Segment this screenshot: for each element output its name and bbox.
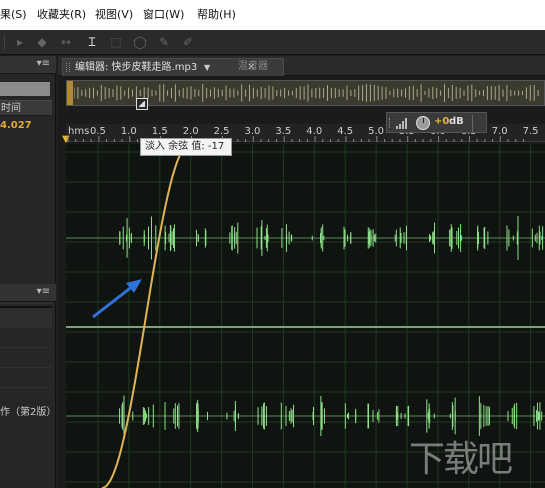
hud-divider [472, 115, 473, 132]
tab-grip-icon [66, 63, 70, 72]
search-field[interactable] [0, 82, 50, 96]
menu-effects[interactable]: 果(S) [0, 0, 27, 30]
menu-favorites[interactable]: 收藏夹(R) [37, 0, 86, 30]
files-panel: ▾≡ 时间 4.027 ▶ ▾≡ 作（第2版） [0, 56, 56, 488]
list-item-label: 作（第2版） [0, 407, 57, 418]
list-item[interactable] [0, 328, 52, 348]
fade-handle-icon [139, 101, 145, 107]
level-meter-icon [396, 118, 407, 129]
toolbar-separator [4, 35, 5, 50]
marquee-tool-icon[interactable]: ⬚ [108, 34, 124, 50]
duration-value: 4.027 [0, 120, 32, 131]
overview-zoom-handle[interactable] [67, 81, 73, 105]
volume-unit: dB [449, 116, 464, 127]
files-panel-header: ▾≡ [0, 56, 56, 74]
tab-mixer[interactable]: 混音器 [232, 58, 280, 76]
hud-grip-icon[interactable] [389, 118, 391, 128]
menu-view[interactable]: 视图(V) [95, 0, 133, 30]
toolbar: ▸ ◆ ↔ Ɪ ⬚ ◯ ✎ ✐ [0, 30, 545, 55]
menu-bar: 果(S) 收藏夹(R) 视图(V) 窗口(W) 帮助(H) [0, 0, 545, 30]
watermark-logo: 下载吧 [409, 439, 513, 480]
list-item[interactable] [0, 348, 52, 368]
fade-in-handle[interactable] [136, 98, 148, 110]
panel-menu-icon[interactable]: ▾≡ [37, 58, 50, 69]
volume-hud[interactable]: +0 dB [386, 112, 487, 133]
fade-tooltip: 淡入 余弦 值: -17 [140, 138, 232, 156]
chevron-down-icon[interactable]: ▼ [204, 59, 210, 76]
move-tool-icon[interactable]: ▸ [12, 34, 28, 50]
time-selection-tool-icon[interactable]: Ɪ [84, 34, 100, 50]
tab-editor-label: 编辑器: 快步皮鞋走路.mp3 [75, 62, 198, 73]
list-item[interactable] [0, 308, 52, 328]
list-item[interactable] [0, 368, 52, 388]
menu-window[interactable]: 窗口(W) [143, 0, 184, 30]
razor-tool-icon[interactable]: ◆ [34, 34, 50, 50]
panel-menu-icon[interactable]: ▾≡ [37, 286, 50, 297]
menu-help[interactable]: 帮助(H) [197, 0, 236, 30]
slip-tool-icon[interactable]: ↔ [58, 34, 74, 50]
spot-healing-tool-icon[interactable]: ✐ [180, 34, 196, 50]
editor-tab-bar: 编辑器: 快步皮鞋走路.mp3 ▼ ✕ 混音器 [58, 56, 545, 76]
volume-value[interactable]: +0 [434, 116, 449, 127]
lasso-tool-icon[interactable]: ◯ [132, 34, 148, 50]
effects-panel-header: ▾≡ [0, 284, 56, 302]
volume-knob-icon[interactable] [416, 116, 430, 130]
fade-in-curve [101, 144, 191, 488]
column-header-time[interactable]: 时间 [0, 100, 52, 116]
brush-tool-icon[interactable]: ✎ [156, 34, 172, 50]
